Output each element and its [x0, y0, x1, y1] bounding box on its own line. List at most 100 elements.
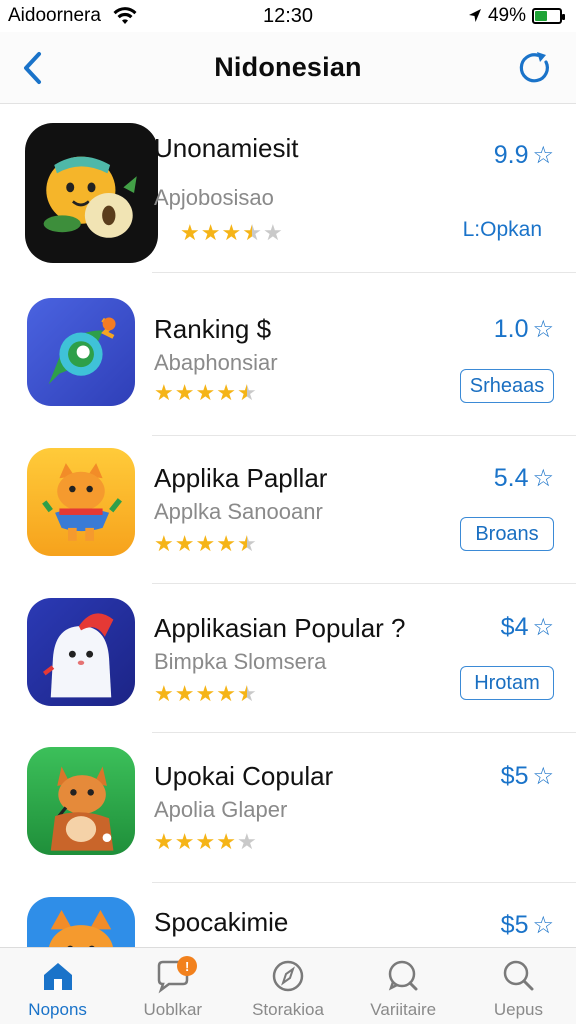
star-filled-icon: ★	[221, 220, 242, 245]
app-list: Unonamiesit Apjobosisao ★ ★ ★ ★ ★ 9.9 ☆ L:Op…	[0, 105, 576, 947]
tab-label: Storakioa	[252, 1000, 324, 1019]
star-half-icon: ★	[236, 531, 257, 556]
star-filled-icon: ★	[216, 829, 236, 854]
star-outline-icon: ☆	[532, 614, 554, 641]
price-label[interactable]: $5 ☆	[501, 911, 554, 940]
price-value: $5	[500, 911, 529, 939]
price-label[interactable]: $5 ☆	[501, 762, 554, 791]
notification-badge: !	[177, 956, 198, 976]
app-row[interactable]: Applikasian Popular ? Bimpka Slomsera ★ ★…	[0, 582, 576, 733]
star-filled-icon: ★	[195, 829, 216, 854]
star-filled-icon: ★	[216, 380, 236, 405]
star-empty-icon: ★	[236, 829, 257, 854]
rating-stars: ★ ★ ★ ★ ★	[154, 831, 257, 853]
price-value: 5.4	[493, 464, 529, 492]
home-icon	[43, 963, 72, 990]
search-bubble-icon	[388, 960, 418, 991]
app-subtitle: Apjobosisao	[154, 185, 274, 210]
app-row[interactable]: Ranking $ Abaphonsiar ★ ★ ★ ★ ★ 1.0 ☆ Srheaa…	[0, 283, 576, 436]
app-subtitle: Abaphonsiar	[154, 350, 278, 375]
app-row[interactable]: Spocakimie $5 ☆	[0, 881, 576, 947]
swirl-leaf-icon[interactable]	[27, 298, 135, 406]
app-subtitle: Bimpka Slomsera	[154, 649, 327, 674]
app-name: Applika Papllar	[154, 463, 328, 493]
star-half-icon: ★	[236, 681, 257, 706]
fox-character-icon[interactable]	[27, 747, 135, 855]
star-empty-icon: ★	[262, 220, 283, 245]
star-outline-icon: ☆	[532, 763, 554, 790]
battery-fill	[535, 11, 547, 21]
app-action-button[interactable]: Broans	[460, 517, 554, 551]
refresh-icon	[519, 52, 549, 83]
status-left: Aidoornera	[8, 5, 137, 27]
price-value: 1.0	[493, 315, 529, 343]
app-name: Spocakimie	[154, 907, 289, 937]
star-filled-icon: ★	[195, 380, 216, 405]
app-name: Applikasian Popular ?	[154, 613, 406, 643]
price-value: $5	[500, 762, 529, 790]
star-outline-icon: ☆	[532, 142, 554, 169]
star-filled-icon: ★	[195, 681, 216, 706]
fruit-character-icon[interactable]	[25, 123, 158, 263]
refresh-button[interactable]	[516, 48, 556, 88]
rating-stars: ★ ★ ★ ★ ★	[180, 222, 283, 244]
tab-nopons[interactable]: Nopons	[0, 948, 115, 1024]
tab-label: Nopons	[28, 1000, 87, 1019]
star-filled-icon: ★	[174, 681, 195, 706]
rating-stars: ★ ★ ★ ★ ★	[154, 533, 257, 555]
compass-icon	[272, 960, 304, 992]
back-button[interactable]	[14, 48, 50, 88]
app-action-button[interactable]: Hrotam	[460, 666, 554, 700]
cat-face-icon[interactable]	[27, 897, 135, 947]
battery-percent: 49%	[487, 5, 526, 26]
tab-variitaire[interactable]: Variitaire	[346, 948, 461, 1024]
tab-uoblkar[interactable]: ! Uoblkar	[115, 948, 230, 1024]
star-filled-icon: ★	[216, 531, 236, 556]
cat-character-icon[interactable]	[27, 448, 135, 556]
star-half-icon: ★	[242, 220, 262, 245]
price-label[interactable]: $4 ☆	[501, 613, 554, 642]
wifi-icon	[113, 7, 137, 25]
chevron-left-icon	[24, 52, 41, 84]
tab-storakioa[interactable]: Storakioa	[230, 948, 345, 1024]
app-action-link[interactable]: L:Opkan	[463, 218, 542, 242]
app-name: Unonamiesit	[154, 133, 299, 163]
star-filled-icon: ★	[154, 681, 174, 706]
star-filled-icon: ★	[174, 380, 195, 405]
app-row[interactable]: Upokai Copular Apolia Glaper ★ ★ ★ ★ ★ $5 ☆	[0, 731, 576, 883]
price-value: 9.9	[493, 141, 529, 169]
location-arrow-icon	[468, 8, 482, 24]
app-action-button[interactable]: Srheaas	[460, 369, 554, 403]
status-right: 49%	[468, 5, 565, 27]
app-name: Upokai Copular	[154, 761, 334, 791]
ghost-character-icon[interactable]	[27, 598, 135, 706]
rating-stars: ★ ★ ★ ★ ★	[154, 382, 257, 404]
app-row[interactable]: Applika Papllar Applka Sanooanr ★ ★ ★ ★ ★ 5.…	[0, 432, 576, 584]
battery-icon	[532, 8, 565, 24]
status-bar: Aidoornera 12:30 49%	[0, 0, 576, 32]
row-divider	[152, 272, 576, 273]
star-filled-icon: ★	[154, 380, 174, 405]
tab-label: Uepus	[493, 1000, 543, 1019]
star-filled-icon: ★	[216, 681, 236, 706]
star-filled-icon: ★	[200, 220, 221, 245]
nav-bar: Nidonesian	[0, 32, 576, 104]
app-row[interactable]: Unonamiesit Apjobosisao ★ ★ ★ ★ ★ 9.9 ☆ L:Op…	[0, 105, 576, 273]
star-filled-icon: ★	[195, 531, 216, 556]
star-filled-icon: ★	[154, 531, 174, 556]
star-outline-icon: ☆	[532, 912, 554, 939]
app-subtitle: Apolia Glaper	[154, 797, 288, 822]
tab-label: Uoblkar	[143, 1000, 203, 1019]
rating-stars: ★ ★ ★ ★ ★	[154, 683, 257, 705]
price-label[interactable]: 5.4 ☆	[494, 464, 554, 493]
star-filled-icon: ★	[174, 531, 195, 556]
price-label[interactable]: 1.0 ☆	[494, 315, 554, 344]
star-outline-icon: ☆	[532, 316, 554, 343]
carrier-label: Aidoornera	[8, 5, 101, 26]
star-filled-icon: ★	[180, 220, 200, 245]
app-name: Ranking $	[154, 314, 272, 344]
tab-uepus[interactable]: Uepus	[461, 948, 576, 1024]
search-icon	[504, 960, 534, 991]
price-label[interactable]: 9.9 ☆	[494, 141, 554, 170]
star-filled-icon: ★	[174, 829, 195, 854]
